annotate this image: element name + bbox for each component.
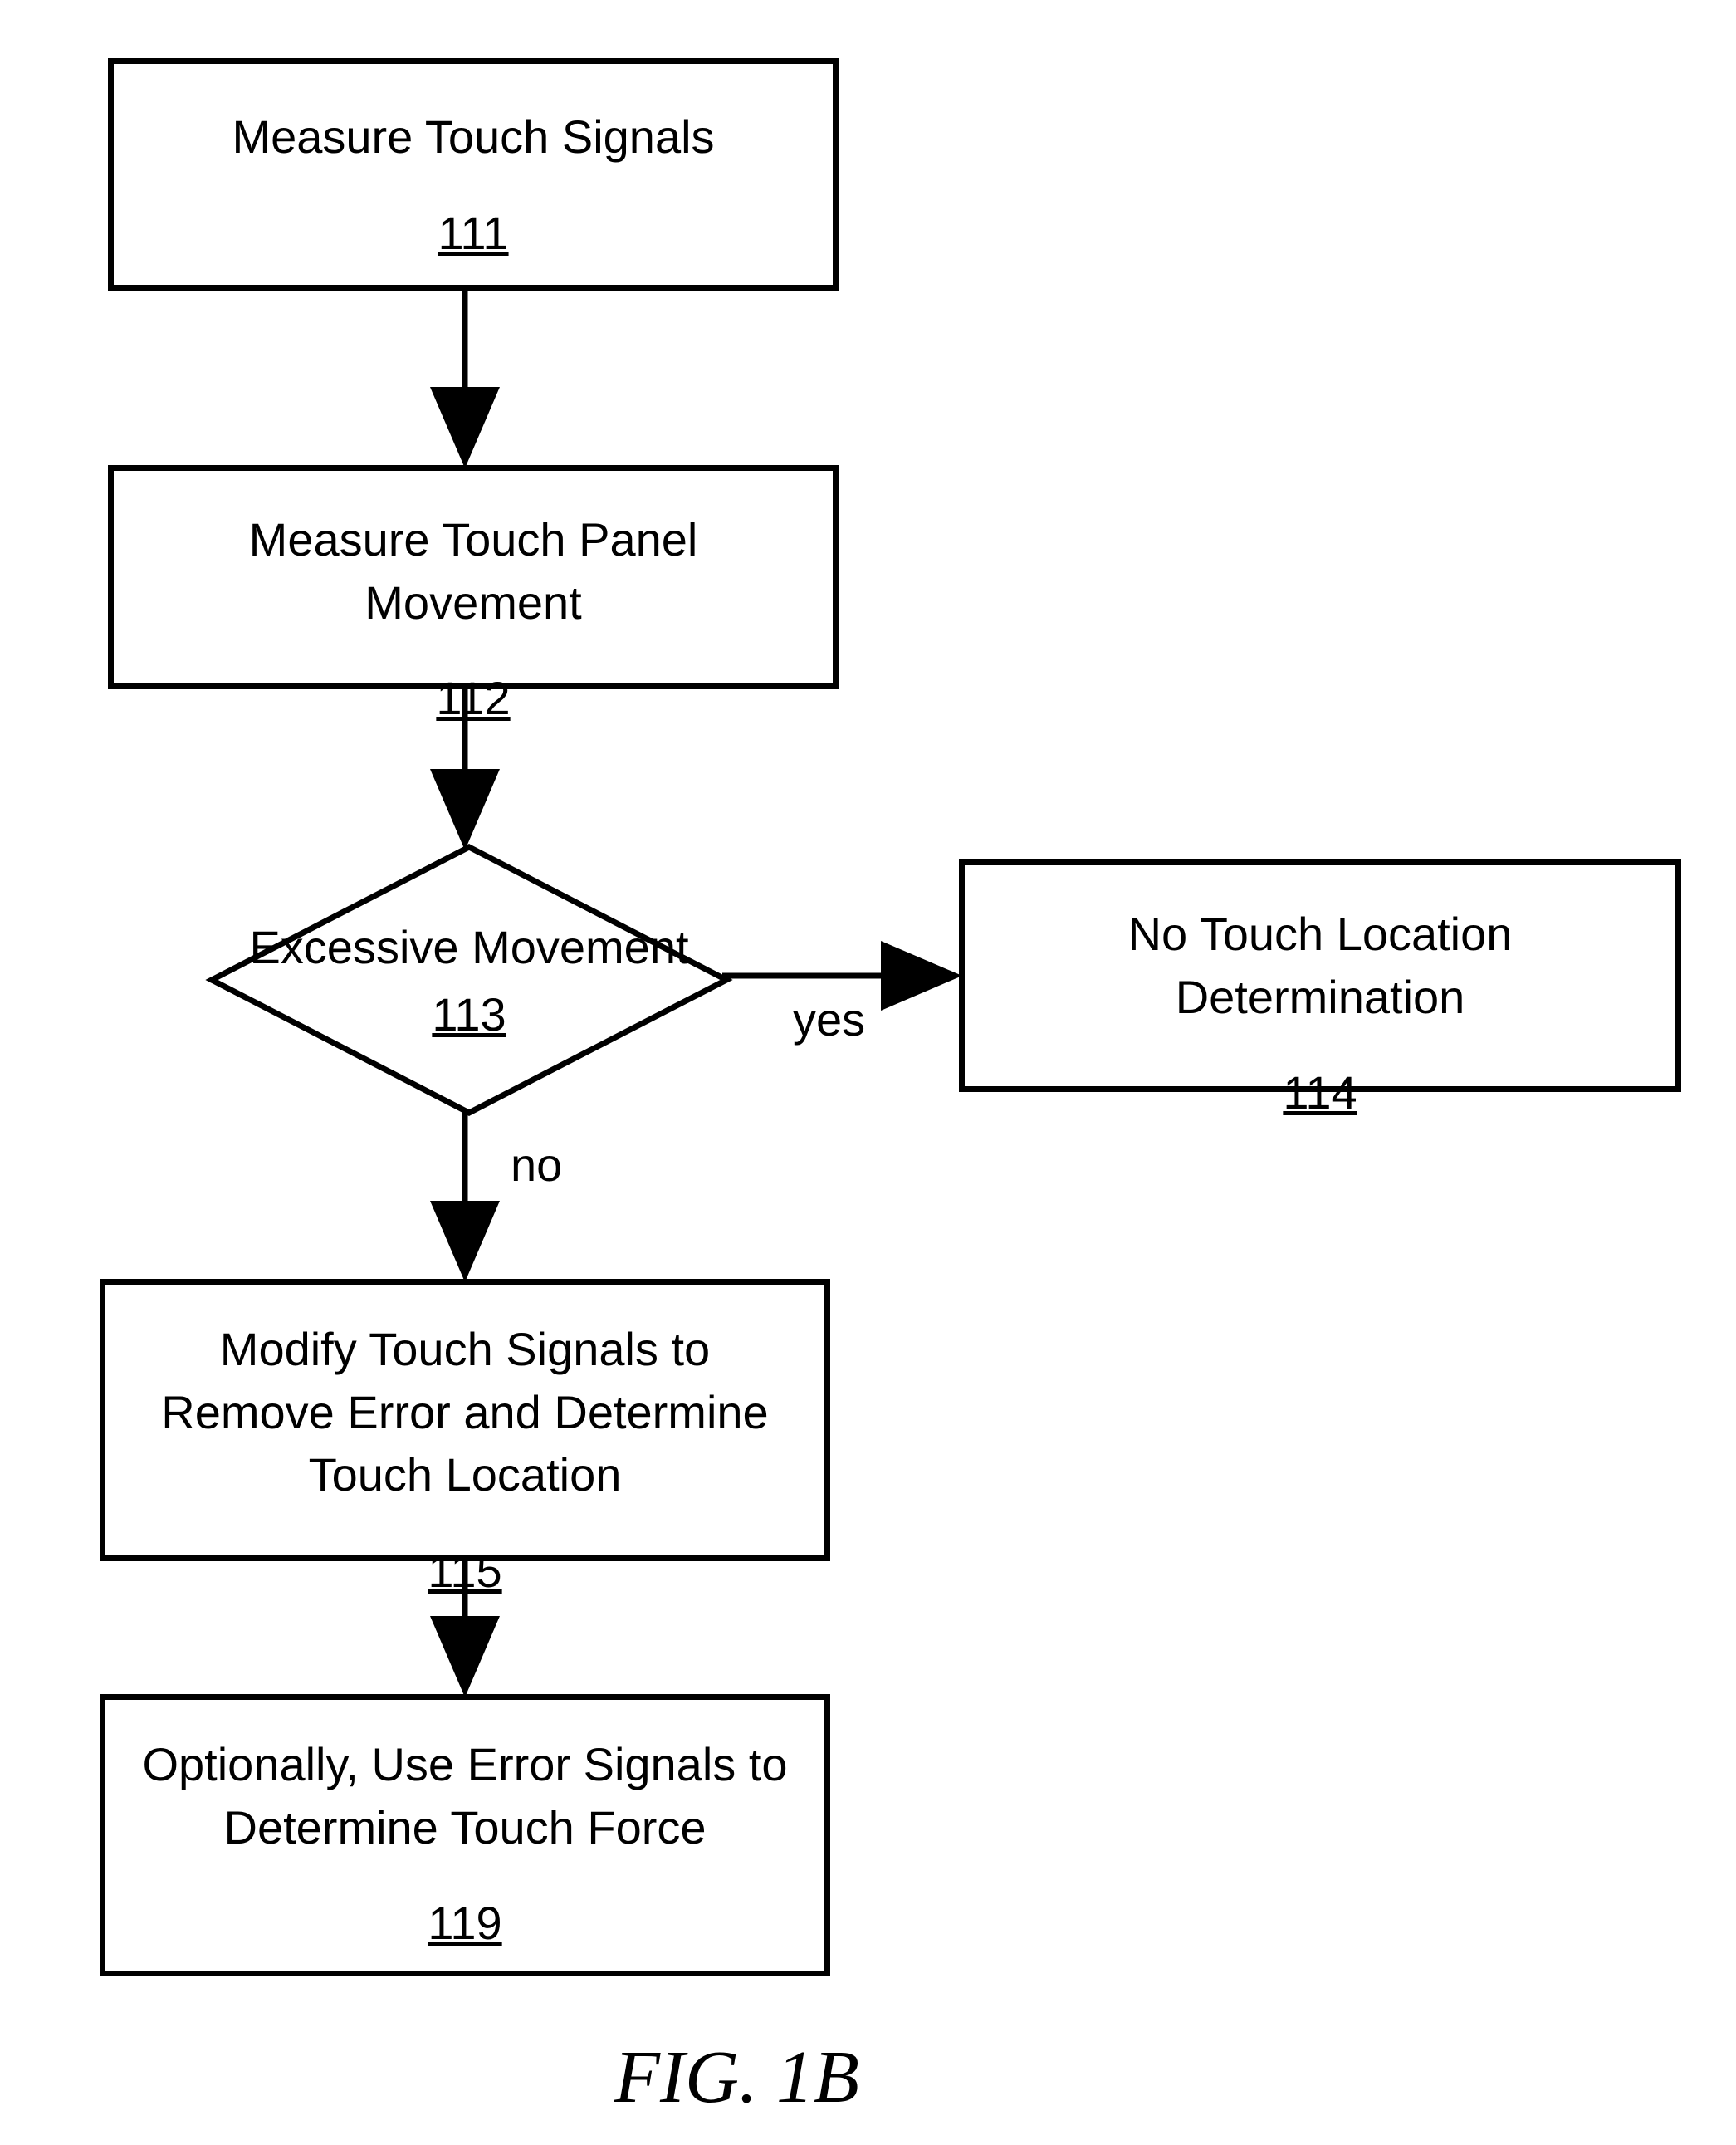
decision-number: 113 <box>212 985 726 1046</box>
step-title: Modify Touch Signals to Remove Error and… <box>105 1318 824 1506</box>
step-number: 114 <box>1283 1065 1357 1119</box>
step-title: Optionally, Use Error Signals to Determi… <box>105 1733 824 1859</box>
figure-caption: FIG. 1B <box>614 2035 859 2120</box>
step-number: 115 <box>428 1544 501 1598</box>
step-number: 111 <box>438 206 508 260</box>
step-measure-panel-movement: Measure Touch Panel Movement 112 <box>108 465 839 689</box>
step-title: No Touch Location Determination <box>965 903 1675 1028</box>
step-title: Measure Touch Signals <box>207 105 739 169</box>
step-modify-signals: Modify Touch Signals to Remove Error and… <box>100 1279 830 1561</box>
step-no-touch-location: No Touch Location Determination 114 <box>959 859 1681 1092</box>
flowchart-canvas: Measure Touch Signals 111 Measure Touch … <box>0 0 1736 2145</box>
step-determine-force: Optionally, Use Error Signals to Determi… <box>100 1694 830 1976</box>
step-measure-touch-signals: Measure Touch Signals 111 <box>108 58 839 291</box>
decision-excessive-movement: Excessive Movement 113 <box>212 847 726 1113</box>
step-number: 119 <box>428 1896 501 1950</box>
edge-label-no: no <box>511 1138 562 1192</box>
step-title: Measure Touch Panel Movement <box>114 508 833 634</box>
edge-label-yes: yes <box>793 992 865 1046</box>
decision-title: Excessive Movement <box>212 918 726 978</box>
step-number: 112 <box>436 671 510 725</box>
